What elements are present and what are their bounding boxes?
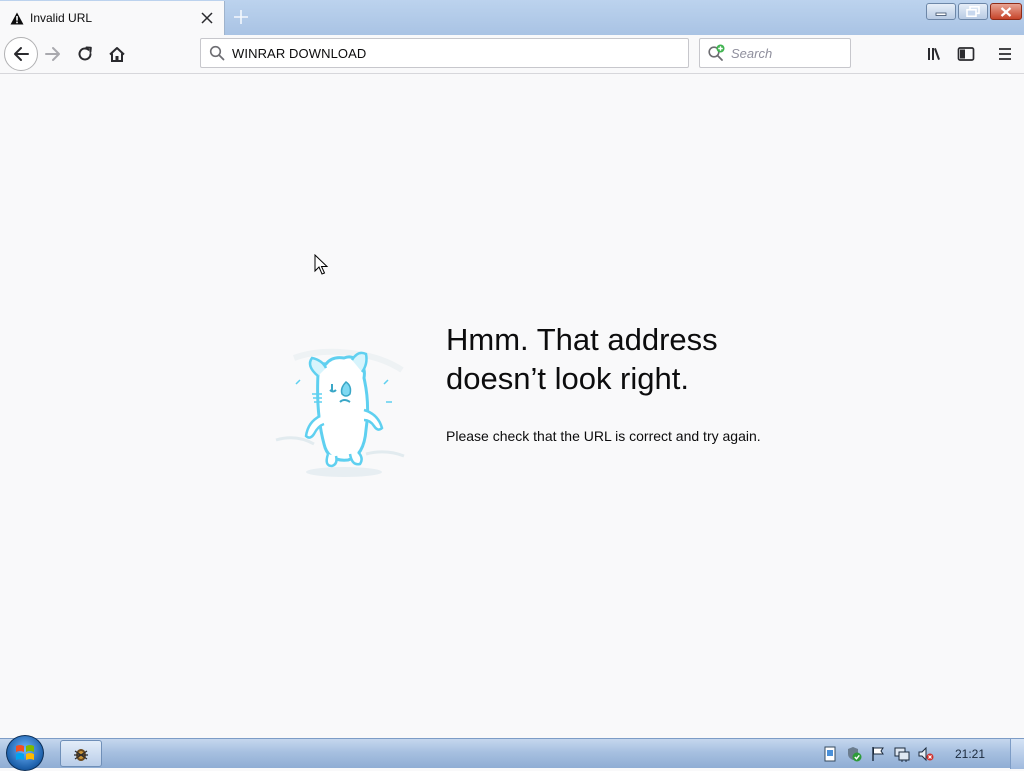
security-shield-icon[interactable] <box>846 746 862 762</box>
close-window-button[interactable] <box>990 3 1022 20</box>
sidebar-button[interactable] <box>951 39 981 69</box>
title-bar: Invalid URL <box>0 0 1024 35</box>
hamburger-menu-icon <box>999 48 1011 60</box>
windows-logo-icon <box>16 745 34 760</box>
url-input-value[interactable]: WINRAR DOWNLOAD <box>232 46 366 61</box>
search-bar[interactable]: Search <box>699 38 851 68</box>
app-bug-icon <box>74 748 88 761</box>
new-tab-plus-icon[interactable] <box>231 7 251 27</box>
library-button[interactable] <box>920 39 950 69</box>
navigation-toolbar: WINRAR DOWNLOAD Search <box>0 35 1024 74</box>
home-button[interactable] <box>102 39 132 69</box>
confused-cat-illustration-icon <box>275 348 405 477</box>
taskbar-app-button[interactable] <box>60 740 102 767</box>
start-button[interactable] <box>6 735 44 771</box>
menu-button[interactable] <box>990 39 1020 69</box>
document-icon[interactable] <box>822 746 838 762</box>
error-title-line-1: Hmm. That address <box>446 322 718 357</box>
library-icon <box>928 48 940 60</box>
forward-button[interactable] <box>38 39 68 69</box>
network-icon[interactable] <box>894 746 910 762</box>
show-desktop-button[interactable] <box>1010 739 1024 769</box>
action-center-flag-icon[interactable] <box>870 746 886 762</box>
home-icon <box>109 46 125 62</box>
volume-muted-icon[interactable] <box>918 746 934 762</box>
tab-title: Invalid URL <box>30 11 93 25</box>
reload-icon <box>78 46 92 61</box>
taskbar: 21:21 <box>0 735 1024 771</box>
tab-close-icon[interactable] <box>199 10 215 26</box>
tab-invalid-url[interactable]: Invalid URL <box>0 1 225 35</box>
error-title: Hmm. That address doesn’t look right. <box>446 320 826 398</box>
warning-icon <box>9 10 25 26</box>
search-engine-icon[interactable] <box>707 44 727 62</box>
url-bar[interactable]: WINRAR DOWNLOAD <box>200 38 689 68</box>
back-button[interactable] <box>4 37 38 71</box>
reload-button[interactable] <box>70 39 100 69</box>
minimize-button[interactable] <box>926 3 956 20</box>
system-clock[interactable]: 21:21 <box>955 747 985 761</box>
sidebar-icon <box>957 47 975 61</box>
mouse-cursor-icon <box>314 254 329 275</box>
magnifier-icon <box>209 45 225 61</box>
page-content: Hmm. That address doesn’t look right. Pl… <box>0 74 1024 738</box>
search-input[interactable]: Search <box>731 46 772 61</box>
error-title-line-2: doesn’t look right. <box>446 361 689 396</box>
error-message: Please check that the URL is correct and… <box>446 428 761 444</box>
back-arrow-icon <box>14 47 29 61</box>
forward-arrow-icon <box>45 47 60 61</box>
restore-button[interactable] <box>958 3 988 20</box>
